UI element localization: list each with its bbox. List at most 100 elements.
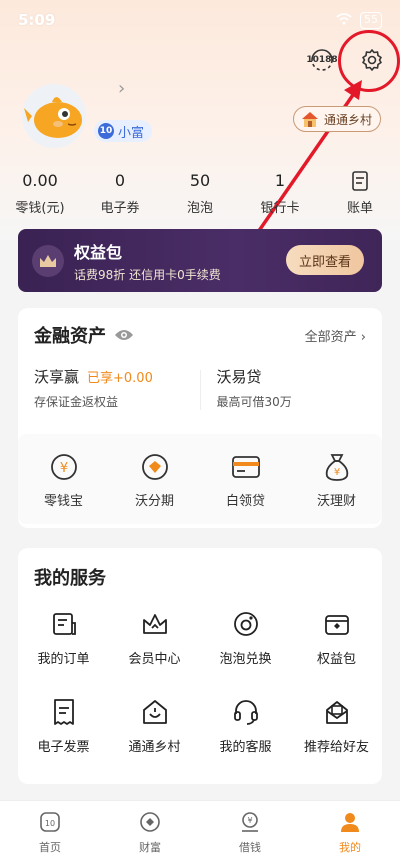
crown-icon — [32, 244, 64, 277]
banner-title: 权益包 — [74, 242, 123, 262]
wifi-icon — [336, 12, 352, 28]
all-assets-link[interactable]: 全部资产 › — [305, 326, 366, 345]
service-label: 通通乡村 — [128, 740, 181, 755]
stat-bill[interactable]: 账单 — [320, 170, 400, 220]
coin-icon: ¥ — [18, 450, 109, 484]
service-label: 我的订单 — [37, 652, 90, 667]
village-button[interactable]: 通通乡村 — [293, 106, 381, 132]
stat-value: 1 — [274, 171, 286, 190]
svg-text:¥: ¥ — [333, 467, 339, 478]
status-bar: 5:09 55 — [0, 0, 400, 40]
tab-home[interactable]: 10 首页 — [0, 801, 100, 867]
service-member-center[interactable]: 会员中心 — [109, 608, 200, 696]
avatar[interactable] — [22, 84, 86, 148]
services-card: 我的服务 我的订单 会员中心 泡泡兑换 权益包 电子发票 通通乡村 我的客服 推… — [18, 548, 382, 784]
all-assets-label: 全部资产 — [304, 329, 357, 345]
service-benefit-pack[interactable]: 权益包 — [291, 608, 382, 696]
product-woyidai[interactable]: 沃易贷 最高可借30万 — [201, 366, 383, 410]
village-icon — [109, 696, 200, 728]
house-icon — [302, 112, 318, 127]
product-tag: 已享+0.00 — [87, 371, 153, 386]
stat-bubbles[interactable]: 50 泡泡 — [160, 170, 240, 220]
bottom-tab-bar: 10 首页 财富 ¥ 借钱 我的 — [0, 800, 400, 867]
tab-label: 借钱 — [239, 841, 261, 854]
benefit-icon — [291, 608, 382, 640]
service-village[interactable]: 通通乡村 — [109, 696, 200, 784]
eye-icon[interactable] — [114, 328, 134, 342]
finance-shortcuts: ¥ 零钱宝 沃分期 白领贷 ¥ 沃理财 — [18, 434, 382, 524]
stat-label: 账单 — [346, 201, 373, 216]
stat-value: 0 — [114, 171, 126, 190]
finance-title-text: 金融资产 — [34, 326, 106, 347]
stat-label: 电子券 — [100, 201, 140, 216]
tab-label: 我的 — [339, 841, 361, 854]
benefit-banner[interactable]: 权益包 话费98折 还信用卡0手续费 立即查看 — [18, 229, 382, 292]
borrow-icon: ¥ — [200, 809, 300, 835]
battery-icon: 55 — [360, 11, 382, 29]
stat-balance[interactable]: 0.00 零钱(元) — [0, 170, 80, 220]
member-icon: 10 — [98, 123, 114, 139]
services-title: 我的服务 — [34, 568, 106, 589]
finance-header: 金融资产 全部资产 › — [18, 308, 382, 348]
order-icon — [18, 608, 109, 640]
shortcut-label: 零钱宝 — [43, 493, 83, 509]
product-name: 沃易贷 — [216, 368, 262, 386]
member-level-badge[interactable]: 10 小富 — [94, 120, 153, 142]
banner-text: 权益包 话费98折 还信用卡0手续费 — [74, 239, 221, 283]
chevron-right-icon[interactable]: › — [118, 78, 125, 99]
shortcut-label: 白领贷 — [225, 493, 265, 509]
hotline-label: 10188 — [306, 55, 338, 65]
view-now-button[interactable]: 立即查看 — [286, 245, 364, 275]
services-grid: 我的订单 会员中心 泡泡兑换 权益包 电子发票 通通乡村 我的客服 推荐给好友 — [18, 608, 382, 784]
stat-value: 50 — [189, 171, 211, 190]
shortcut-label: 沃理财 — [316, 493, 356, 509]
product-name: 沃享赢 — [34, 368, 80, 386]
shortcut-label: 沃分期 — [134, 493, 174, 509]
svg-text:¥: ¥ — [247, 816, 252, 825]
chevron-right-icon: › — [360, 329, 366, 345]
user-icon — [300, 809, 400, 835]
svg-text:10: 10 — [45, 819, 55, 828]
stat-bank-cards[interactable]: 1 银行卡 — [240, 170, 320, 220]
service-label: 会员中心 — [128, 652, 181, 667]
crown-icon — [109, 608, 200, 640]
home-icon: 10 — [0, 809, 100, 835]
shortcut-wolicai[interactable]: ¥ 沃理财 — [291, 450, 382, 509]
service-label: 电子发票 — [37, 740, 90, 755]
svg-text:¥: ¥ — [59, 461, 67, 476]
stat-label: 银行卡 — [260, 201, 300, 216]
status-icons: 55 — [336, 11, 382, 29]
village-label: 通通乡村 — [324, 112, 373, 127]
service-customer-support[interactable]: 我的客服 — [200, 696, 291, 784]
shortcut-lingqianbao[interactable]: ¥ 零钱宝 — [18, 450, 109, 509]
tab-borrow[interactable]: ¥ 借钱 — [200, 801, 300, 867]
member-level-label: 小富 — [118, 125, 145, 141]
service-bubble-exchange[interactable]: 泡泡兑换 — [200, 608, 291, 696]
headset-icon — [200, 696, 291, 728]
stat-label: 零钱(元) — [15, 201, 65, 216]
service-refer-friend[interactable]: 推荐给好友 — [291, 696, 382, 784]
money-bag-icon: ¥ — [291, 450, 382, 484]
stat-value: 0.00 — [22, 171, 58, 190]
service-label: 我的客服 — [219, 740, 272, 755]
service-e-invoice[interactable]: 电子发票 — [18, 696, 109, 784]
bill-icon — [320, 170, 400, 192]
service-my-orders[interactable]: 我的订单 — [18, 608, 109, 696]
tab-label: 首页 — [39, 841, 61, 854]
shortcut-bailingdai[interactable]: 白领贷 — [200, 450, 291, 509]
wealth-icon — [100, 809, 200, 835]
tab-label: 财富 — [139, 841, 161, 854]
tab-wealth[interactable]: 财富 — [100, 801, 200, 867]
account-stats: 0.00 零钱(元) 0 电子券 50 泡泡 1 银行卡 账单 — [0, 170, 400, 220]
product-woxiangying[interactable]: 沃享赢 已享+0.00 存保证金返权益 — [18, 366, 200, 410]
product-desc: 最高可借30万 — [216, 395, 292, 409]
tab-mine[interactable]: 我的 — [300, 801, 400, 867]
banner-subtitle: 话费98折 还信用卡0手续费 — [74, 267, 221, 282]
finance-products: 沃享赢 已享+0.00 存保证金返权益 沃易贷 最高可借30万 — [18, 366, 382, 410]
shortcut-wofenqi[interactable]: 沃分期 — [109, 450, 200, 509]
share-icon — [291, 696, 382, 728]
bubble-icon — [200, 608, 291, 640]
stat-coupons[interactable]: 0 电子券 — [80, 170, 160, 220]
service-hotline-button[interactable]: 10188 — [306, 44, 338, 76]
installment-icon — [109, 450, 200, 484]
